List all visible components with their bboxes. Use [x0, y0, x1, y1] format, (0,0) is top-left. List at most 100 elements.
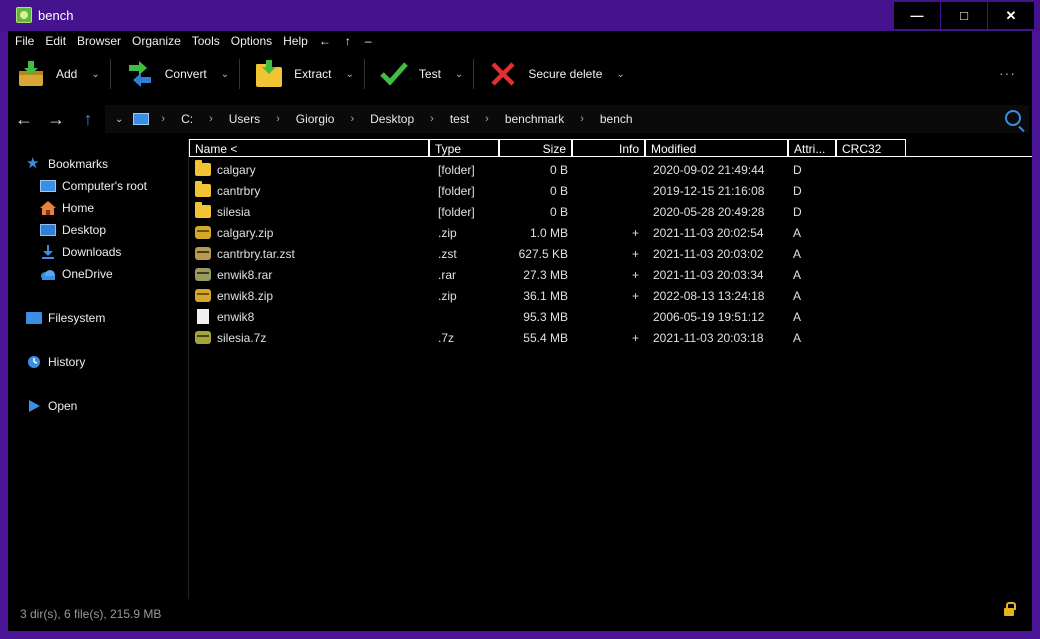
test-label: Test [418, 67, 441, 81]
chevron-right-icon: › [485, 113, 489, 125]
back-arrow-icon[interactable]: ← [8, 109, 40, 130]
column-header-info[interactable]: Info [572, 139, 645, 157]
table-row[interactable]: cantrbry.tar.zst .zst 627.5 KB + 2021-11… [189, 243, 1032, 264]
menu-up-arrow[interactable]: ↑ [345, 34, 351, 48]
sidebar-filesystem[interactable]: Filesystem [26, 311, 105, 325]
file-info: + [631, 246, 639, 261]
chevron-right-icon: › [580, 113, 584, 125]
lock-icon[interactable] [1004, 602, 1016, 616]
file-modified: 2020-05-28 20:49:28 [653, 204, 765, 219]
test-button[interactable]: Test ⌄ [371, 54, 463, 94]
history-icon [26, 355, 42, 369]
file-attributes: D [793, 162, 802, 177]
chevron-down-icon[interactable]: ⌄ [616, 69, 624, 80]
column-header-row: Name < Type Size Info Modified Attri... … [189, 139, 1032, 157]
breadcrumb-drive[interactable]: C: [181, 112, 193, 126]
file-size: 0 B [549, 204, 568, 219]
file-size: 627.5 KB [518, 246, 568, 261]
menu-dash[interactable]: – [365, 34, 372, 48]
menu-file[interactable]: File [15, 34, 34, 48]
menu-help[interactable]: Help [283, 34, 308, 48]
column-header-modified[interactable]: Modified [645, 139, 788, 157]
file-modified: 2021-11-03 20:03:02 [653, 246, 764, 261]
toolbar-separator [363, 59, 365, 89]
menu-options[interactable]: Options [231, 34, 272, 48]
column-header-crc32[interactable]: CRC32 [836, 139, 906, 157]
column-header-name[interactable]: Name < [189, 139, 429, 157]
menu-tools[interactable]: Tools [192, 34, 220, 48]
chevron-right-icon: › [276, 113, 280, 125]
menu-edit[interactable]: Edit [45, 34, 66, 48]
folder-icon [195, 202, 211, 218]
breadcrumb-benchmark[interactable]: benchmark [505, 112, 564, 126]
file-size: 55.4 MB [523, 330, 568, 345]
table-row[interactable]: enwik8 95.3 MB 2006-05-19 19:51:12 A [189, 306, 1032, 327]
file-modified: 2022-08-13 13:24:18 [653, 288, 765, 303]
chevron-down-icon[interactable]: ⌄ [221, 69, 229, 80]
minimize-button[interactable]: — [894, 2, 940, 29]
search-icon[interactable] [1005, 110, 1021, 126]
menu-browser[interactable]: Browser [77, 34, 121, 48]
address-bar[interactable]: ⌄ › C: › Users › Giorgio › Desktop › tes… [105, 105, 1029, 133]
download-icon [40, 245, 56, 259]
table-row[interactable]: calgary [folder] 0 B 2020-09-02 21:49:44… [189, 159, 1032, 180]
table-row[interactable]: silesia.7z .7z 55.4 MB + 2021-11-03 20:0… [189, 327, 1032, 348]
breadcrumb-giorgio[interactable]: Giorgio [296, 112, 335, 126]
sidebar-item-label: Downloads [62, 245, 122, 259]
breadcrumb-bench[interactable]: bench [600, 112, 633, 126]
chevron-down-icon[interactable]: ⌄ [91, 69, 99, 80]
chevron-down-icon[interactable]: ⌄ [346, 69, 354, 80]
status-summary: 3 dir(s), 6 file(s), 215.9 MB [20, 607, 162, 621]
computer-icon[interactable] [133, 113, 150, 125]
sidebar-item-onedrive[interactable]: OneDrive [40, 267, 113, 281]
toolbar-separator [239, 59, 241, 89]
menu-back-arrow[interactable]: ← [319, 34, 331, 48]
column-header-type[interactable]: Type [429, 139, 499, 157]
file-size: 0 B [549, 162, 568, 177]
extract-button[interactable]: Extract ⌄ [246, 54, 354, 94]
table-row[interactable]: enwik8.zip .zip 36.1 MB + 2022-08-13 13:… [189, 285, 1032, 306]
sidebar-open-label: Open [48, 399, 78, 413]
monitor-icon [40, 180, 56, 192]
folder-icon [195, 160, 211, 176]
sidebar-item-label: Computer's root [62, 179, 147, 193]
more-options-icon[interactable]: ··· [999, 65, 1016, 81]
sidebar-item-desktop[interactable]: Desktop [40, 223, 106, 237]
up-arrow-icon[interactable]: ↑ [72, 109, 104, 130]
file-name: silesia.7z [217, 330, 267, 345]
sidebar-item-downloads[interactable]: Downloads [40, 245, 121, 259]
secure-delete-button[interactable]: Secure delete ⌄ [480, 54, 625, 94]
breadcrumb-users[interactable]: Users [229, 112, 260, 126]
forward-arrow-icon[interactable]: → [40, 109, 72, 130]
title-bar[interactable]: bench — □ ✕ [0, 0, 1040, 31]
chevron-down-icon[interactable]: ⌄ [455, 69, 463, 80]
close-button[interactable]: ✕ [988, 2, 1034, 29]
add-button[interactable]: Add ⌄ [8, 54, 100, 94]
sidebar-open[interactable]: Open [26, 399, 77, 413]
toolbar: Add ⌄ Convert ⌄ Extract ⌄ Test ⌄ Secure … [8, 53, 1032, 95]
breadcrumb-test[interactable]: test [450, 112, 469, 126]
sidebar-item-computers-root[interactable]: Computer's root [40, 179, 147, 193]
sidebar-item-home[interactable]: Home [40, 201, 94, 215]
column-header-attributes[interactable]: Attri... [788, 139, 836, 157]
file-attributes: D [793, 204, 802, 219]
table-row[interactable]: enwik8.rar .rar 27.3 MB + 2021-11-03 20:… [189, 264, 1032, 285]
sidebar-history[interactable]: History [26, 355, 85, 369]
sidebar-bookmarks[interactable]: ★ Bookmarks [26, 156, 108, 171]
folder-icon [26, 312, 42, 324]
file-icon [197, 309, 209, 324]
breadcrumb-desktop[interactable]: Desktop [370, 112, 414, 126]
file-modified: 2006-05-19 19:51:12 [653, 309, 765, 324]
chevron-down-icon[interactable]: ⌄ [115, 114, 123, 125]
table-row[interactable]: silesia [folder] 0 B 2020-05-28 20:49:28… [189, 201, 1032, 222]
sidebar-item-label: Desktop [62, 223, 107, 237]
table-row[interactable]: cantrbry [folder] 0 B 2019-12-15 21:16:0… [189, 180, 1032, 201]
file-modified: 2020-09-02 21:49:44 [653, 162, 765, 177]
convert-button[interactable]: Convert ⌄ [117, 54, 229, 94]
chevron-right-icon: › [350, 113, 355, 125]
table-row[interactable]: calgary.zip .zip 1.0 MB + 2021-11-03 20:… [189, 222, 1032, 243]
maximize-button[interactable]: □ [941, 2, 987, 29]
secure-delete-label: Secure delete [528, 67, 603, 81]
menu-organize[interactable]: Organize [132, 34, 181, 48]
column-header-size[interactable]: Size [499, 139, 572, 157]
